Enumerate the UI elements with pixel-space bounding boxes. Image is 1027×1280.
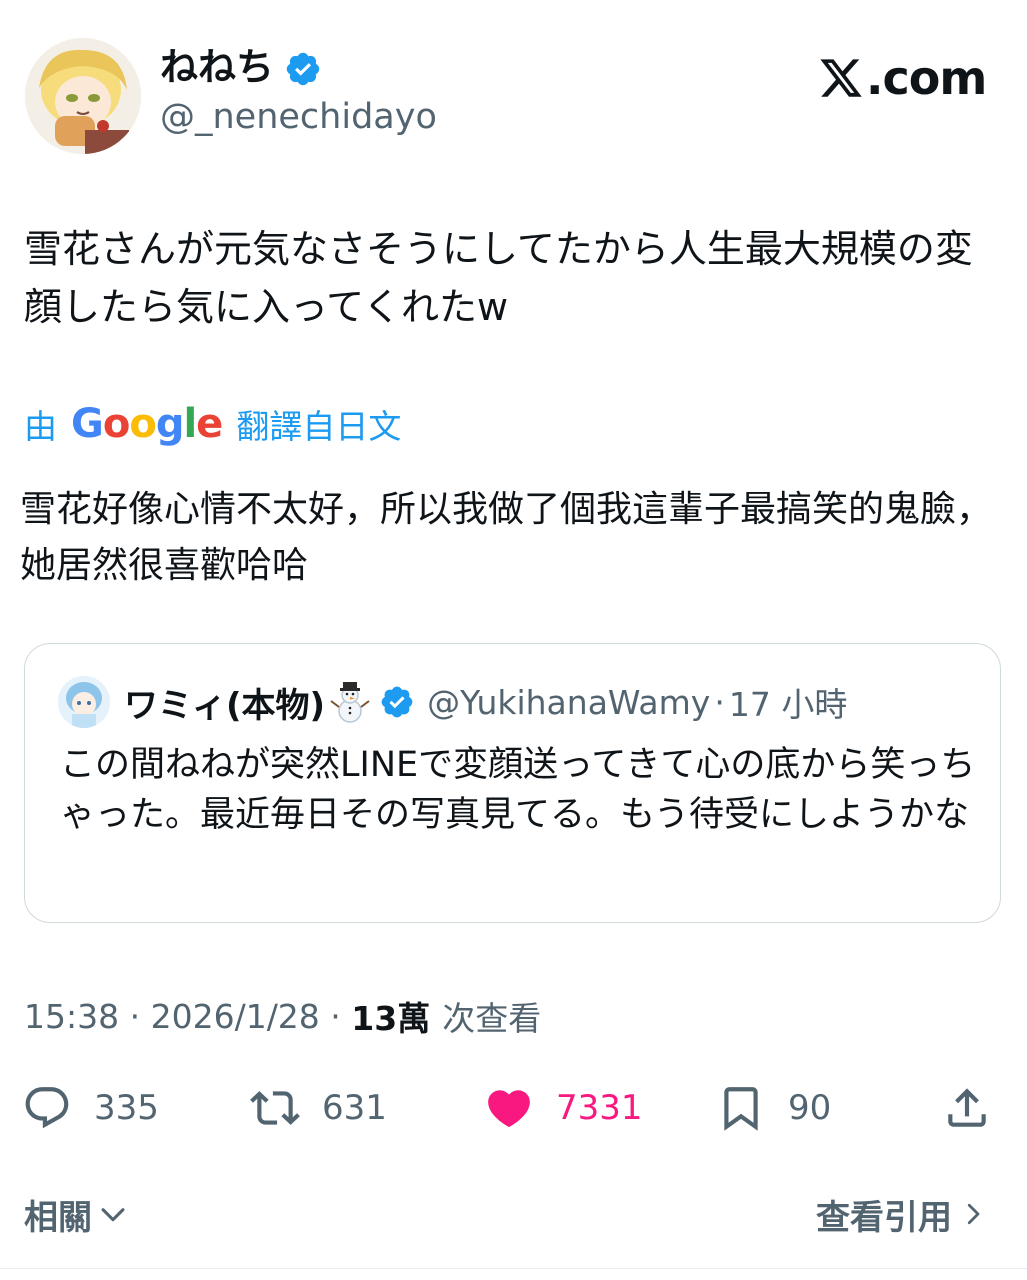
repost-count: 631: [322, 1088, 387, 1128]
quote-verified-badge-icon: [381, 686, 413, 718]
quote-author-handle[interactable]: @YukihanaWamy: [427, 683, 710, 722]
view-quotes-link[interactable]: 查看引用: [816, 1190, 988, 1238]
divider: [0, 1268, 1027, 1269]
repost-icon: [250, 1091, 300, 1125]
quote-header: ワミィ(本物) @YukihanaWamy · 17 小時: [124, 676, 847, 728]
related-label: 相關: [24, 1197, 92, 1238]
bookmark-count: 90: [788, 1088, 832, 1128]
translated-text: 雪花好像心情不太好，所以我做了個我這輩子最搞笑的鬼臉，她居然很喜歡哈哈: [20, 489, 993, 586]
x-brand-logo: .com: [818, 50, 987, 106]
like-count: 7331: [556, 1088, 643, 1128]
quote-author-avatar: [58, 676, 110, 728]
bookmark-button[interactable]: 90: [716, 1080, 831, 1136]
author-name[interactable]: ねねち: [160, 42, 274, 92]
share-button[interactable]: [942, 1080, 992, 1136]
meta-separator: ·: [119, 996, 151, 1036]
view-quotes-label: 查看引用: [816, 1197, 952, 1238]
tweet-date[interactable]: 2026/1/28: [151, 997, 320, 1036]
reply-button[interactable]: 335: [22, 1080, 159, 1136]
like-button[interactable]: 7331: [484, 1080, 643, 1136]
quote-author-name[interactable]: ワミィ(本物): [124, 678, 325, 727]
translation-prefix: 由: [24, 407, 57, 446]
tweet-text: 雪花さんが元気なさそうにしてたから人生最大規模の変顔したら気に入ってくれたw: [24, 227, 973, 329]
related-toggle[interactable]: 相關: [24, 1190, 130, 1238]
repost-button[interactable]: 631: [250, 1080, 387, 1136]
verified-badge-icon: [286, 52, 320, 86]
views-count: 13萬: [351, 999, 431, 1038]
translation-attribution[interactable]: 由 Google 翻譯自日文: [24, 398, 401, 450]
tweet-meta: 15:38 · 2026/1/28 · 13萬 次查看: [24, 993, 541, 1039]
meta-separator: ·: [319, 996, 352, 1036]
author-avatar[interactable]: [25, 38, 141, 154]
x-logo-icon: [820, 59, 862, 97]
google-logo: Google: [71, 401, 223, 447]
bookmark-icon: [724, 1087, 758, 1131]
tweet-time[interactable]: 15:38: [24, 997, 119, 1036]
heart-filled-icon: [488, 1090, 530, 1128]
author-handle[interactable]: @_nenechidayo: [160, 94, 437, 140]
reply-icon: [25, 1087, 69, 1129]
reply-count: 335: [94, 1088, 159, 1128]
chevron-right-icon: [967, 1203, 980, 1225]
views-label: 次查看: [442, 999, 542, 1038]
translation-suffix: 翻譯自日文: [236, 407, 402, 446]
share-icon: [948, 1088, 986, 1127]
quote-timestamp[interactable]: 17 小時: [729, 678, 847, 726]
avatar-illustration: [25, 38, 141, 154]
snowman-icon: [330, 682, 370, 723]
quote-separator: ·: [714, 682, 725, 722]
quote-text: この間ねねが突然LINEで変顔送ってきて心の底から笑っちゃった。最近毎日その写真…: [60, 745, 976, 835]
brand-domain-text: .com: [866, 51, 987, 105]
quote-avatar-illustration: [58, 676, 110, 728]
chevron-down-icon: [101, 1208, 125, 1222]
